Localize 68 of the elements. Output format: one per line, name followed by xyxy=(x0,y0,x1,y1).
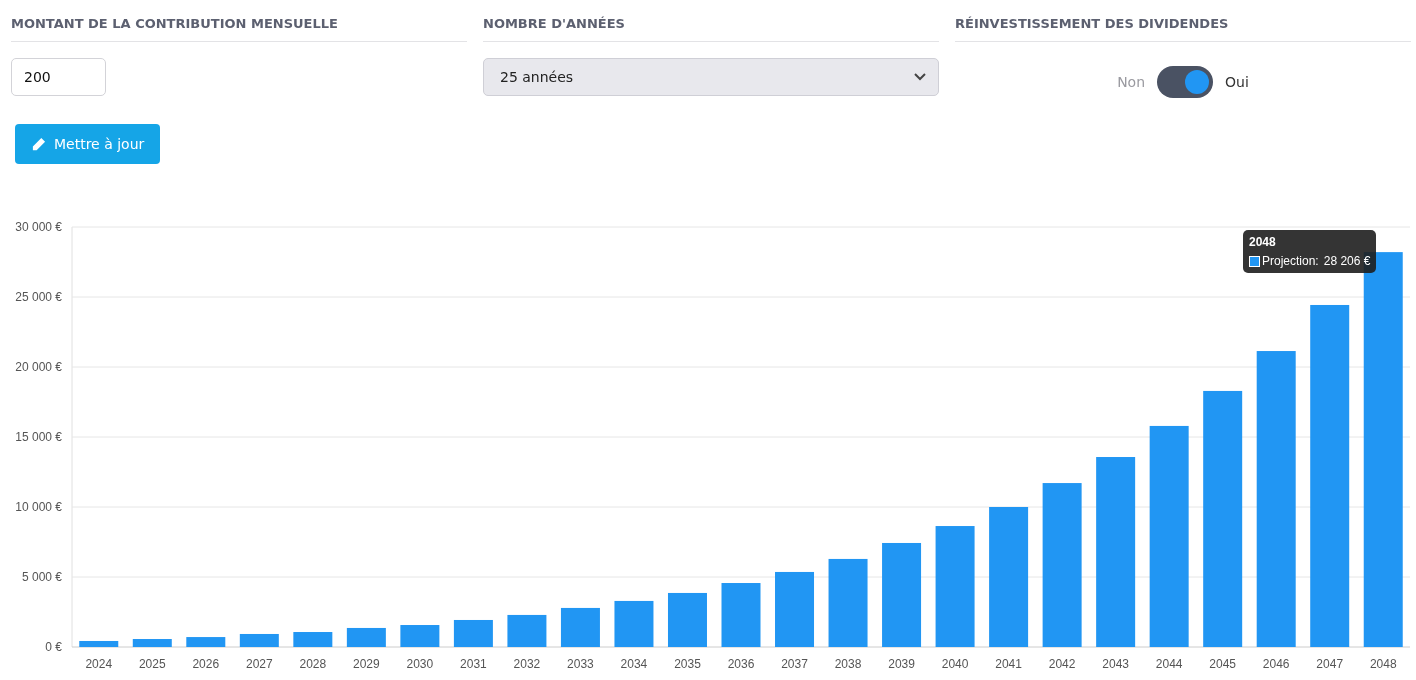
x-axis-label: 2032 xyxy=(513,657,541,671)
chart-bar[interactable] xyxy=(935,526,975,647)
chart-bar[interactable] xyxy=(1042,483,1082,647)
chart-bar[interactable] xyxy=(1096,457,1136,647)
x-axis-label: 2045 xyxy=(1209,657,1237,671)
chart-bar[interactable] xyxy=(1310,305,1350,647)
y-axis-label: 10 000 € xyxy=(15,500,62,514)
chart-bar[interactable] xyxy=(239,634,279,647)
x-axis-label: 2039 xyxy=(888,657,915,671)
chart-bar[interactable] xyxy=(882,543,922,647)
toggle-off-label: Non xyxy=(1117,74,1146,90)
x-axis-label: 2029 xyxy=(353,657,380,671)
x-axis-label: 2027 xyxy=(245,657,273,671)
x-axis-label: 2043 xyxy=(1102,657,1129,671)
y-axis-label: 20 000 € xyxy=(15,360,62,374)
x-axis-label: 2031 xyxy=(460,657,487,671)
x-axis-label: 2036 xyxy=(727,657,755,671)
contribution-input-field[interactable]: 200 xyxy=(11,58,106,96)
x-axis-label: 2047 xyxy=(1316,657,1344,671)
y-axis-label: 5 000 € xyxy=(21,570,62,584)
x-axis-label: 2033 xyxy=(567,657,594,671)
chart-bar[interactable] xyxy=(507,614,547,647)
x-axis-label: 2034 xyxy=(620,657,648,671)
x-axis-label: 2044 xyxy=(1155,657,1183,671)
tooltip-title: 2048 xyxy=(1249,235,1277,249)
dividends-toggle-switch[interactable] xyxy=(1157,66,1214,98)
chevron-down-icon xyxy=(914,73,926,81)
chart-bar[interactable] xyxy=(132,639,172,647)
chart-bar[interactable] xyxy=(1203,390,1243,647)
tooltip-series-name: Projection: xyxy=(1262,254,1319,268)
chart-bar[interactable] xyxy=(1149,425,1189,647)
y-axis-label: 30 000 € xyxy=(15,220,62,234)
dividends-heading: RÉINVESTISSEMENT DES DIVIDENDES xyxy=(955,16,1411,42)
x-axis-label: 2038 xyxy=(834,657,862,671)
chart-bar[interactable] xyxy=(293,632,333,647)
chart-bar[interactable] xyxy=(560,607,600,647)
x-axis-label: 2030 xyxy=(406,657,434,671)
x-axis-label: 2048 xyxy=(1369,657,1397,671)
years-heading: NOMBRE D'ANNÉES xyxy=(483,16,939,42)
x-axis-label: 2035 xyxy=(674,657,701,671)
chart-bar[interactable] xyxy=(614,600,654,647)
chart-bar[interactable] xyxy=(828,558,868,647)
contribution-heading: MONTANT DE LA CONTRIBUTION MENSUELLE xyxy=(11,16,467,42)
x-axis-label: 2046 xyxy=(1262,657,1290,671)
x-axis-label: 2042 xyxy=(1048,657,1076,671)
x-axis-label: 2024 xyxy=(85,657,113,671)
tooltip-value: 28 206 € xyxy=(1323,254,1371,268)
chart-bar[interactable] xyxy=(1363,252,1403,647)
chart-bar[interactable] xyxy=(400,625,440,647)
chart-bar[interactable] xyxy=(186,637,226,647)
x-axis-label: 2026 xyxy=(192,657,220,671)
chart-bar[interactable] xyxy=(346,627,386,647)
x-axis-label: 2037 xyxy=(781,657,808,671)
toggle-on-label: Oui xyxy=(1225,74,1249,90)
chart-bar[interactable] xyxy=(453,620,493,647)
x-axis-label: 2028 xyxy=(299,657,327,671)
x-axis-label: 2041 xyxy=(995,657,1022,671)
chart-bar[interactable] xyxy=(989,507,1029,647)
y-axis-label: 25 000 € xyxy=(15,290,62,304)
chart-bar[interactable] xyxy=(1256,351,1296,647)
x-axis-label: 2025 xyxy=(138,657,166,671)
pencil-icon xyxy=(31,136,46,152)
y-axis-label: 0 € xyxy=(45,640,62,654)
years-dropdown[interactable]: 25 années xyxy=(483,58,939,96)
chart-bar[interactable] xyxy=(79,641,119,647)
x-axis-label: 2040 xyxy=(941,657,969,671)
y-axis-label: 15 000 € xyxy=(15,430,62,444)
chart-bar[interactable] xyxy=(721,583,761,647)
